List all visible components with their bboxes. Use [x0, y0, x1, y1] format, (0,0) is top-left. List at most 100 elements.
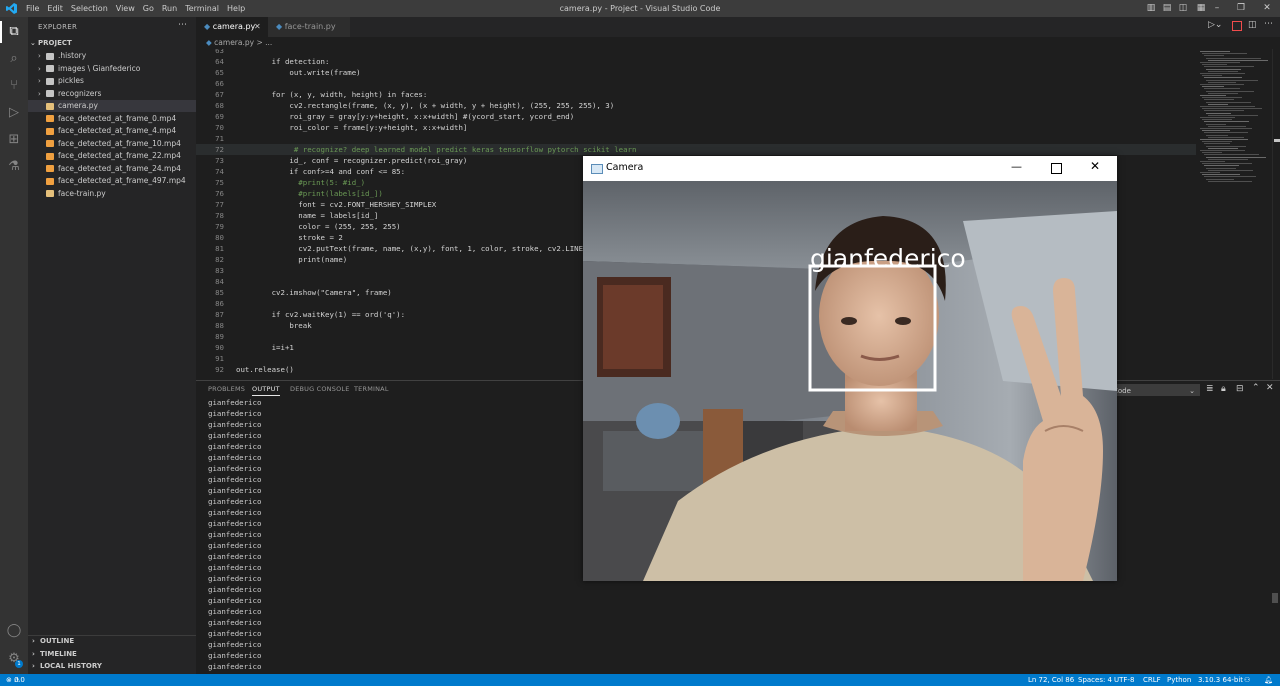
- line-code: if detection:: [236, 57, 330, 66]
- tab-close-icon[interactable]: ✕: [254, 17, 261, 37]
- code-line[interactable]: 67 for (x, y, width, height) in faces:: [196, 89, 1196, 100]
- output-channel-select[interactable]: Code ⌄: [1108, 384, 1200, 396]
- minimap[interactable]: [1196, 49, 1272, 379]
- timeline-section[interactable]: › TIMELINE: [28, 648, 200, 660]
- tree-folder[interactable]: › recognizers: [28, 88, 206, 100]
- account-icon[interactable]: ◯: [4, 621, 24, 641]
- menu-file[interactable]: File: [26, 4, 39, 13]
- minimap-stroke: [1206, 178, 1234, 180]
- search-icon[interactable]: ⌕: [4, 49, 24, 69]
- lock-icon[interactable]: 🔒︎: [1221, 384, 1226, 394]
- more-actions-icon[interactable]: ⋯: [178, 20, 187, 30]
- video-file-icon: [46, 165, 54, 172]
- tab-face-train-py[interactable]: ◆ face-train.py: [268, 17, 350, 37]
- menu-run[interactable]: Run: [162, 4, 177, 13]
- filter-lines-icon[interactable]: ≣: [1206, 384, 1214, 394]
- restore-icon[interactable]: ❐: [1230, 0, 1252, 17]
- maximize-panel-icon[interactable]: ⌃: [1252, 383, 1260, 393]
- menu-edit[interactable]: Edit: [47, 4, 63, 13]
- output-line: gianfederico: [208, 497, 262, 506]
- minimap-stroke: [1204, 110, 1244, 112]
- indentation[interactable]: Spaces: 4: [1078, 674, 1112, 686]
- python-interpreter[interactable]: 3.10.3 64-bit: [1198, 674, 1243, 686]
- code-line[interactable]: 64 if detection:: [196, 56, 1196, 67]
- tree-folder[interactable]: › pickles: [28, 75, 206, 87]
- title-bar: File Edit Selection View Go Run Terminal…: [0, 0, 1280, 17]
- line-code: cv2.putText(frame, name, (x,y), font, 1,…: [236, 244, 601, 253]
- clear-output-icon[interactable]: ⊟: [1236, 384, 1244, 394]
- tab-label: camera.py: [212, 22, 256, 31]
- bell-icon[interactable]: 🔔︎: [1264, 674, 1273, 686]
- chevron-right-icon: ›: [32, 637, 35, 645]
- tab-terminal[interactable]: TERMINAL: [354, 385, 389, 393]
- language-mode[interactable]: Python: [1167, 674, 1191, 686]
- code-line[interactable]: 63: [196, 49, 1196, 56]
- code-line[interactable]: 66: [196, 78, 1196, 89]
- tab-camera-py[interactable]: ◆ camera.py ✕: [196, 17, 276, 37]
- run-debug-icon[interactable]: ▷: [4, 103, 24, 123]
- tree-file[interactable]: face_detected_at_frame_4.mp4: [28, 125, 206, 137]
- camera-titlebar[interactable]: Camera — ✕: [583, 156, 1117, 181]
- tree-file[interactable]: face-train.py: [28, 188, 206, 200]
- minimap-stroke: [1208, 147, 1238, 149]
- testing-icon[interactable]: ⚗: [4, 157, 24, 177]
- menu-selection[interactable]: Selection: [71, 4, 108, 13]
- menu-go[interactable]: Go: [143, 4, 154, 13]
- code-line[interactable]: 70 roi_color = frame[y:y+height, x:x+wid…: [196, 122, 1196, 133]
- scroll-thumb[interactable]: [1272, 593, 1278, 603]
- menu-terminal[interactable]: Terminal: [185, 4, 219, 13]
- tree-file[interactable]: face_detected_at_frame_497.mp4: [28, 175, 206, 187]
- line-code: roi_gray = gray[y:y+height, x:x+width] #…: [236, 112, 575, 121]
- minimap-stroke: [1200, 51, 1230, 52]
- menu-help[interactable]: Help: [227, 4, 245, 13]
- line-code: out.release(): [236, 365, 294, 374]
- close-icon[interactable]: ✕: [1090, 159, 1100, 173]
- maximize-icon[interactable]: [1051, 163, 1062, 174]
- stop-icon[interactable]: [1232, 21, 1242, 31]
- project-root[interactable]: ⌄ PROJECT: [28, 37, 198, 49]
- minimap-stroke: [1208, 92, 1238, 94]
- close-icon[interactable]: ✕: [1256, 0, 1278, 17]
- source-control-icon[interactable]: ⑂: [4, 76, 24, 96]
- outline-section[interactable]: › OUTLINE: [28, 635, 200, 647]
- end-of-line[interactable]: CRLF: [1143, 674, 1161, 686]
- minimap-stroke: [1200, 73, 1245, 74]
- account-status-icon[interactable]: ⚇: [1244, 674, 1250, 686]
- tree-file[interactable]: face_detected_at_frame_24.mp4: [28, 163, 206, 175]
- more-actions-icon[interactable]: ⋯: [1264, 19, 1273, 29]
- breadcrumb-more[interactable]: ...: [265, 38, 272, 47]
- tree-file[interactable]: face_detected_at_frame_22.mp4: [28, 150, 206, 162]
- tree-folder[interactable]: › .history: [28, 50, 206, 62]
- explorer-icon[interactable]: ⧉: [4, 22, 24, 42]
- minimap-stroke: [1204, 121, 1249, 123]
- tab-output[interactable]: OUTPUT: [252, 385, 280, 396]
- local-history-section[interactable]: › LOCAL HISTORY: [28, 660, 200, 672]
- tree-file[interactable]: face_detected_at_frame_10.mp4: [28, 138, 206, 150]
- problems-status[interactable]: ⊗ 0 ⚠ 0: [6, 674, 25, 686]
- tree-file[interactable]: camera.py: [28, 100, 206, 112]
- menu-view[interactable]: View: [116, 4, 135, 13]
- extensions-icon[interactable]: ⊞: [4, 130, 24, 150]
- breadcrumb-sep: >: [256, 38, 263, 47]
- output-line: gianfederico: [208, 486, 262, 495]
- panel-scrollbar[interactable]: [1272, 421, 1278, 671]
- close-panel-icon[interactable]: ✕: [1266, 383, 1274, 393]
- minimize-icon[interactable]: –: [1206, 0, 1228, 17]
- code-line[interactable]: 72 # recognize? deep learned model predi…: [196, 144, 1196, 155]
- run-file-icon[interactable]: ▷⌄: [1208, 20, 1222, 30]
- encoding[interactable]: UTF-8: [1114, 674, 1134, 686]
- tree-folder[interactable]: › images \ Gianfederico: [28, 63, 206, 75]
- tree-file[interactable]: face_detected_at_frame_0.mp4: [28, 113, 206, 125]
- minimize-icon[interactable]: —: [1011, 160, 1022, 173]
- code-line[interactable]: 69 roi_gray = gray[y:y+height, x:x+width…: [196, 111, 1196, 122]
- code-line[interactable]: 68 cv2.rectangle(frame, (x, y), (x + wid…: [196, 100, 1196, 111]
- cursor-position[interactable]: Ln 72, Col 86: [1028, 674, 1074, 686]
- code-line[interactable]: 65 out.write(frame): [196, 67, 1196, 78]
- breadcrumb-file[interactable]: camera.py: [214, 38, 254, 47]
- tab-debug-console[interactable]: DEBUG CONSOLE: [290, 385, 350, 393]
- split-editor-icon[interactable]: ◫: [1248, 20, 1257, 30]
- code-line[interactable]: 71: [196, 133, 1196, 144]
- camera-title: Camera: [606, 162, 644, 173]
- tab-problems[interactable]: PROBLEMS: [208, 385, 245, 393]
- editor-scrollbar[interactable]: [1272, 49, 1280, 379]
